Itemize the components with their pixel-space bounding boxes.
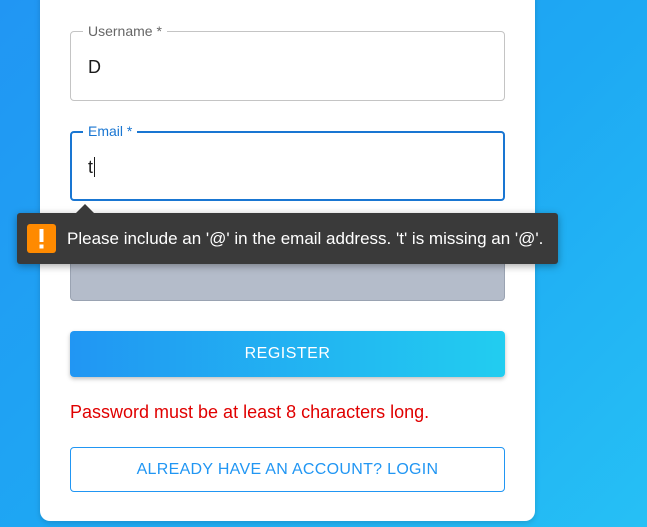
username-field[interactable]: Username * D xyxy=(70,23,505,101)
tooltip-arrow xyxy=(75,204,95,214)
email-value-wrap: t xyxy=(88,156,96,178)
username-value: D xyxy=(88,57,101,77)
register-button[interactable]: REGISTER xyxy=(70,331,505,377)
login-link-button[interactable]: ALREADY HAVE AN ACCOUNT? LOGIN xyxy=(70,447,505,492)
warning-icon xyxy=(27,224,56,253)
validation-tooltip: Please include an '@' in the email addre… xyxy=(17,204,558,264)
username-label: Username * xyxy=(83,23,167,39)
email-value: t xyxy=(88,157,94,177)
email-label: Email * xyxy=(83,123,138,139)
error-message: Password must be at least 8 characters l… xyxy=(70,402,430,422)
text-caret xyxy=(94,157,96,177)
tooltip-message: Please include an '@' in the email addre… xyxy=(67,228,544,248)
email-field[interactable]: Email * t xyxy=(70,123,505,201)
